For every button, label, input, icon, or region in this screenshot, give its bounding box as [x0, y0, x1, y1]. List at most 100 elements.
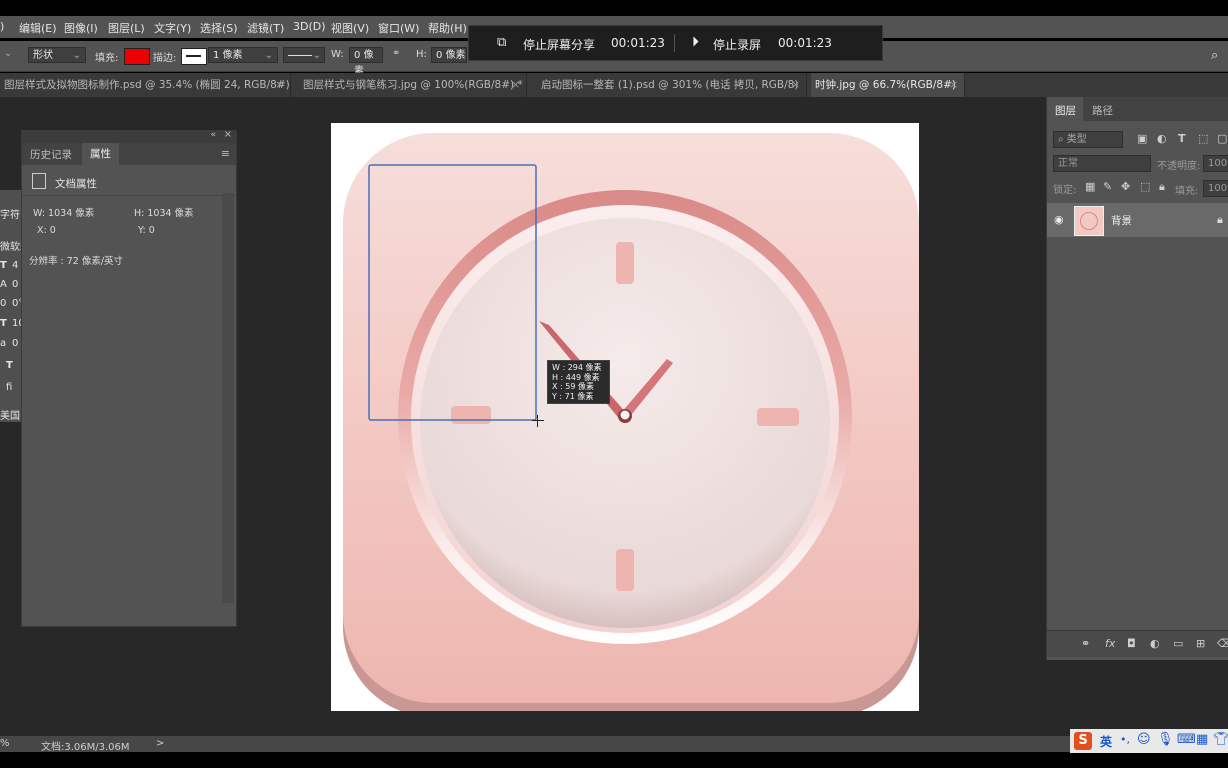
document-canvas[interactable]: [331, 123, 919, 711]
tab-document-2[interactable]: 图层样式与钢笔练习.jpg @ 100%(RGB/8#) * ×: [299, 73, 527, 97]
shape-filter-icon[interactable]: ⬚: [1198, 133, 1208, 145]
baseline-icon: a: [0, 338, 7, 349]
faux-bold-icon[interactable]: T: [6, 360, 13, 371]
layer-row[interactable]: ◉ 背景 🔒︎: [1047, 203, 1228, 237]
tooltip-width: W : 294 像素: [552, 363, 602, 372]
opacity-label: 不透明度:: [1157, 161, 1201, 172]
font-size-value[interactable]: 4: [12, 260, 18, 271]
document-icon: [32, 173, 46, 189]
tool-mode-select[interactable]: 形状 ⌄: [28, 47, 86, 63]
panel-scrollbar[interactable]: [222, 193, 234, 603]
height-input[interactable]: 0 像素: [431, 47, 467, 63]
ime-language[interactable]: 英: [1100, 733, 1112, 750]
stroke-type-select[interactable]: ⌄: [283, 47, 325, 63]
close-icon[interactable]: ×: [791, 73, 800, 97]
ime-logo[interactable]: S: [1074, 732, 1092, 750]
record-play-icon: ⏵: [692, 34, 699, 50]
record-timer: 00:01:23: [778, 36, 832, 50]
vertical-scale-icon: T: [0, 318, 7, 329]
menu-item-3d[interactable]: 3D(D): [293, 20, 326, 33]
stroke-width-select[interactable]: 1 像素 ⌄: [208, 47, 278, 63]
menu-item-image[interactable]: 图像(I): [64, 20, 98, 36]
stop-share-button[interactable]: 停止屏幕分享: [523, 36, 595, 53]
smart-object-filter-icon[interactable]: ▢: [1217, 133, 1227, 145]
lock-artboard-icon[interactable]: ⬚: [1140, 181, 1150, 193]
divider: [22, 195, 236, 196]
baseline-value[interactable]: 0: [12, 338, 18, 349]
menu-item-view[interactable]: 视图(V): [331, 20, 369, 36]
fx-icon[interactable]: fx: [1105, 638, 1115, 650]
width-input[interactable]: 0 像素: [349, 47, 383, 77]
menu-item-cut[interactable]: ): [0, 20, 4, 33]
kerning-value[interactable]: 0: [12, 279, 18, 290]
panel-header: « ×: [22, 129, 236, 143]
stop-record-button[interactable]: 停止录屏: [713, 36, 761, 53]
layer-name[interactable]: 背景: [1111, 213, 1132, 228]
type-filter-icon[interactable]: T: [1178, 133, 1186, 145]
close-icon[interactable]: ×: [275, 73, 284, 97]
punctuation-icon[interactable]: •,: [1120, 733, 1130, 746]
search-icon[interactable]: ⌕: [1211, 48, 1218, 63]
menu-item-type[interactable]: 文字(Y): [154, 20, 191, 36]
status-menu-arrow[interactable]: >: [156, 738, 164, 749]
lock-icon: 🔒︎: [1217, 213, 1223, 226]
add-mask-icon[interactable]: ◘: [1127, 638, 1136, 650]
zoom-level[interactable]: %: [0, 738, 10, 749]
close-icon[interactable]: ×: [224, 129, 232, 140]
blend-mode-select[interactable]: 正常: [1053, 155, 1151, 172]
emoji-icon[interactable]: ☺: [1137, 732, 1151, 747]
layer-filter-select[interactable]: ⌕ 类型: [1053, 131, 1123, 148]
link-icon[interactable]: ⚭: [392, 48, 400, 59]
fill-color-swatch[interactable]: [124, 48, 150, 65]
blend-mode-value: 正常: [1058, 158, 1078, 169]
menu-item-select[interactable]: 选择(S): [200, 20, 238, 36]
eye-icon[interactable]: ◉: [1054, 214, 1064, 226]
ligature-icon[interactable]: fi: [6, 382, 12, 393]
stroke-color-swatch[interactable]: [181, 48, 207, 65]
doc-height: H: 1034 像素: [134, 208, 194, 219]
lock-transparent-icon[interactable]: ▦: [1085, 181, 1095, 193]
height-label: H:: [416, 49, 427, 60]
lock-all-icon[interactable]: 🔒︎: [1159, 181, 1165, 193]
tab-document-3[interactable]: 启动图标一整套 (1).psd @ 301% (电话 拷贝, RGB/8) ×: [537, 73, 807, 97]
stroke-label: 描边:: [153, 53, 177, 64]
fill-input[interactable]: 100%: [1203, 180, 1228, 197]
close-icon[interactable]: ×: [949, 73, 958, 97]
menu-item-help[interactable]: 帮助(H): [428, 20, 467, 36]
tab-document-4[interactable]: 时钟.jpg @ 66.7%(RGB/8#) ×: [811, 73, 965, 97]
close-icon[interactable]: ×: [511, 73, 520, 97]
doc-x: X: 0: [37, 225, 56, 236]
adjustment-layer-icon[interactable]: ◐: [1150, 638, 1160, 650]
panel-menu-icon[interactable]: ≡: [221, 147, 230, 160]
tooltip-y: Y : 71 像素: [552, 391, 594, 401]
new-group-icon[interactable]: ▭: [1173, 638, 1183, 650]
keyboard-icon[interactable]: ⌨: [1177, 732, 1196, 747]
menu-item-layer[interactable]: 图层(L): [108, 20, 145, 36]
opacity-input[interactable]: 100%: [1203, 155, 1228, 172]
collapse-icon[interactable]: «: [210, 130, 216, 140]
menu-item-filter[interactable]: 滤镜(T): [247, 20, 284, 36]
menu-item-edit[interactable]: 编辑(E): [19, 20, 57, 36]
skin-icon[interactable]: 👕︎: [1213, 732, 1228, 747]
divider: [674, 34, 675, 52]
microphone-icon[interactable]: 🎙︎: [1157, 732, 1174, 747]
tab-layers[interactable]: 图层: [1055, 103, 1076, 118]
chevron-down-icon[interactable]: ⌄: [4, 48, 12, 59]
lock-position-icon[interactable]: ✥: [1121, 181, 1130, 193]
language-select[interactable]: 美国: [0, 407, 20, 422]
link-layers-icon[interactable]: ⚭: [1081, 638, 1090, 650]
doc-width: W: 1034 像素: [33, 208, 95, 219]
character-panel-tab[interactable]: 字符: [0, 206, 20, 221]
tab-history[interactable]: 历史记录: [30, 147, 72, 162]
tab-properties[interactable]: 属性: [82, 143, 119, 165]
image-filter-icon[interactable]: ▣: [1137, 133, 1147, 145]
document-tab-bar: 图层样式及拟物图标制作.psd @ 35.4% (椭圆 24, RGB/8#) …: [0, 73, 1228, 97]
new-layer-icon[interactable]: ⊞: [1196, 638, 1205, 650]
adjustment-filter-icon[interactable]: ◐: [1157, 133, 1167, 145]
menu-item-window[interactable]: 窗口(W): [378, 20, 419, 36]
tab-document-1[interactable]: 图层样式及拟物图标制作.psd @ 35.4% (椭圆 24, RGB/8#) …: [0, 73, 291, 97]
trash-icon[interactable]: ⌫: [1217, 638, 1228, 650]
tab-paths[interactable]: 路径: [1092, 103, 1113, 118]
lock-brush-icon[interactable]: ✎: [1103, 181, 1112, 193]
toolbox-icon[interactable]: ▦: [1196, 732, 1208, 747]
